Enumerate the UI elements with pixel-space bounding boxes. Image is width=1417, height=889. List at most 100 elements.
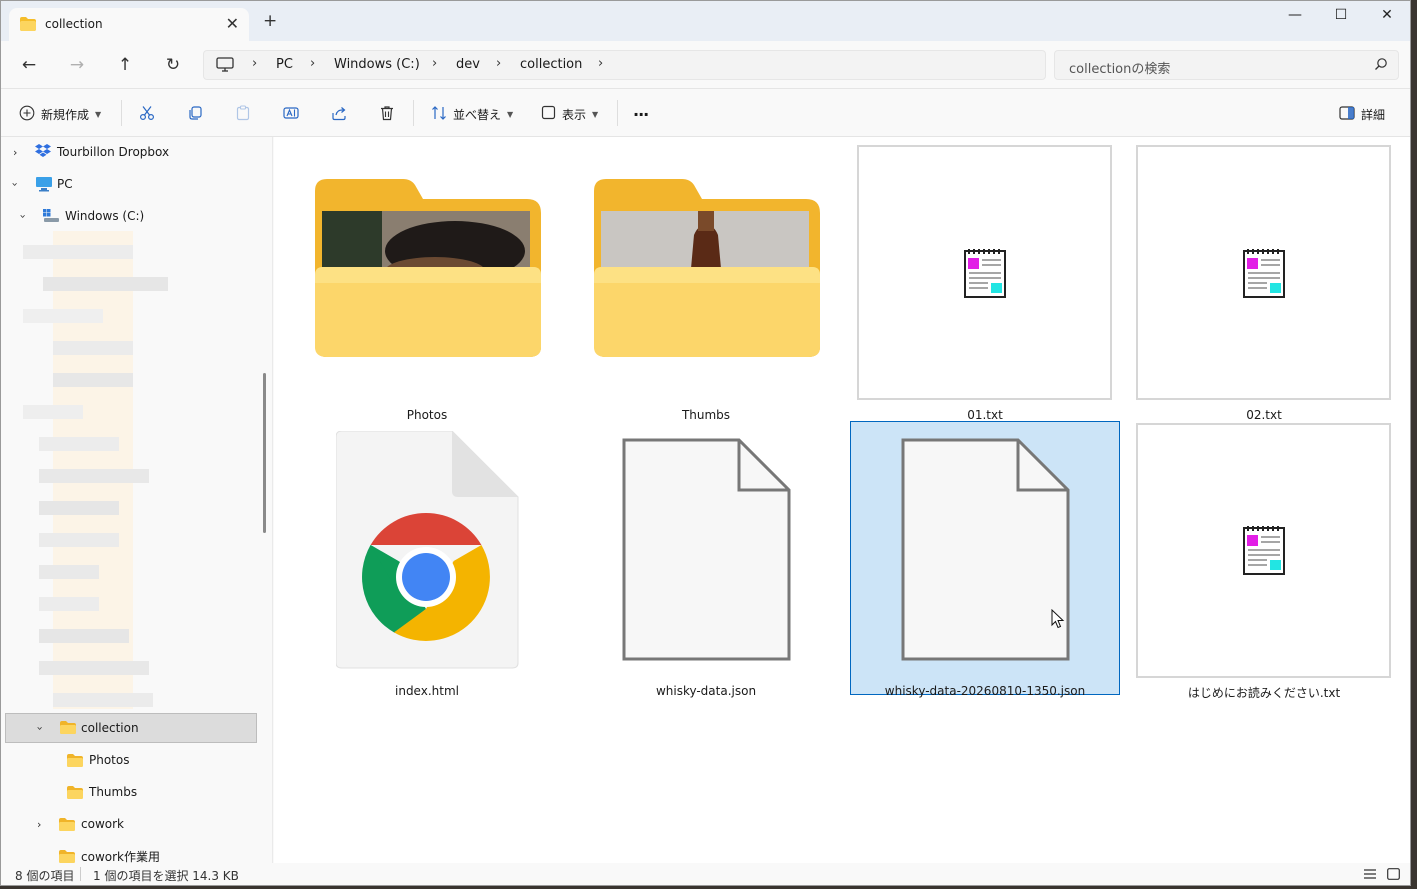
folder-icon [60,721,76,737]
view-button[interactable]: 表示 ▼ [541,104,598,124]
file-item-01-txt[interactable]: 01.txt [850,143,1120,422]
sidebar-item-label: Thumbs [89,785,138,799]
sidebar-item-pc[interactable]: › PC [1,169,257,199]
paste-button[interactable] [235,104,251,124]
sidebar-item-cowork[interactable]: › cowork [1,809,257,839]
file-thumbnail [1136,145,1391,400]
title-bar: collection ✕ + — ☐ ✕ [1,1,1410,41]
file-name: はじめにお読みください.txt [1187,686,1341,700]
search-box[interactable]: collectionの検索 [1054,50,1399,80]
sidebar-item-label: PC [57,177,73,191]
up-button[interactable]: ↑ [113,53,137,77]
minimize-button[interactable]: — [1275,7,1315,27]
chevron-right-icon[interactable]: › [37,818,41,831]
delete-button[interactable] [379,104,395,124]
chevron-down-icon[interactable]: › [34,726,47,730]
generic-file-icon [622,438,792,665]
more-options-button[interactable]: ··· [633,104,649,124]
new-tab-button[interactable]: + [263,13,277,30]
share-button[interactable] [331,104,347,124]
folder-icon [67,754,83,770]
item-count: 8 個の項目 [15,869,75,883]
file-item-whisky-data-20260810-1350-json[interactable]: whisky-data-20260810-1350.json [850,421,1120,698]
close-button[interactable]: ✕ [1367,7,1407,27]
chrome-html-icon [335,430,520,672]
details-view-icon[interactable] [1363,868,1377,883]
computer-icon [216,57,234,76]
status-divider [80,867,81,881]
file-item-thumbs[interactable]: Thumbs [571,143,841,422]
file-thumbnail [857,145,1112,400]
sidebar-item-dropbox[interactable]: › Tourbillon Dropbox [1,137,257,167]
breadcrumb-windows-c[interactable]: Windows (C:) [334,57,420,72]
sidebar-item-photos[interactable]: Photos [1,745,257,775]
forward-button[interactable]: → [65,53,89,77]
search-placeholder: collectionの検索 [1069,62,1171,77]
file-name: Thumbs [681,408,731,422]
chevron-down-icon: ▼ [507,109,514,119]
breadcrumb-collection[interactable]: collection [520,57,582,72]
folder-thumbnail-icon [315,179,541,360]
generic-file-icon [901,438,1071,665]
rename-icon [283,105,299,124]
breadcrumb-pc[interactable]: PC [276,57,293,72]
file-item-photos[interactable]: Photos [292,143,562,422]
computer-icon [35,176,53,195]
dropbox-icon [35,144,51,161]
breadcrumb-separator: › [432,56,438,71]
rename-button[interactable] [283,104,299,124]
chevron-down-icon[interactable]: › [9,182,22,186]
maximize-button[interactable]: ☐ [1321,7,1361,27]
close-tab-icon[interactable]: ✕ [226,14,239,33]
folder-icon [59,818,75,834]
chevron-right-icon[interactable]: › [13,146,17,159]
address-bar[interactable]: › PC › Windows (C:) › dev › collection › [203,50,1046,80]
toolbar-divider [121,100,122,126]
file-item-whisky-data-json[interactable]: whisky-data.json [571,421,841,698]
search-icon[interactable] [1374,57,1388,74]
file-explorer-window: collection ✕ + — ☐ ✕ ← → ↑ ↻ › PC › Wind… [0,0,1411,886]
drive-icon [43,209,59,226]
breadcrumb-dev[interactable]: dev [456,57,480,72]
folder-icon [67,786,83,802]
sidebar-item-label: Photos [89,753,130,767]
breadcrumb-separator: › [496,56,502,71]
large-icons-view-icon[interactable] [1387,868,1400,883]
navigation-bar: ← → ↑ ↻ › PC › Windows (C:) › dev › coll… [1,41,1410,89]
breadcrumb-separator: › [310,56,316,71]
share-icon [331,105,347,124]
sidebar-item-label: Tourbillon Dropbox [57,145,170,159]
selection-info: 1 個の項目を選択 14.3 KB [93,869,239,883]
sidebar-item-thumbs[interactable]: Thumbs [1,777,257,807]
folder-thumbnail-icon [594,179,820,360]
view-label: 表示 [562,107,587,122]
copy-button[interactable] [187,104,203,124]
details-pane-button[interactable]: 詳細 [1339,104,1385,124]
sidebar-item-label: cowork作業用 [81,849,160,864]
command-bar: 新規作成 ▼ 並べ替え ▼ 表示 ▼ ··· 詳細 [1,90,1410,137]
new-label: 新規作成 [41,107,90,122]
back-button[interactable]: ← [17,53,41,77]
notepad-icon [1243,248,1285,301]
sidebar-item-windows-c[interactable]: › Windows (C:) [1,201,257,231]
chevron-down-icon[interactable]: › [17,214,30,218]
details-pane-icon [1339,105,1355,123]
cut-button[interactable] [139,104,155,124]
refresh-button[interactable]: ↻ [161,53,185,77]
file-name: whisky-data-20260810-1350.json [884,684,1086,698]
sort-icon [431,105,447,124]
file-view: Photos Thumbs 01.txt 02.txt index.html w… [274,137,1410,863]
notepad-icon [1243,525,1285,578]
details-label: 詳細 [1361,107,1386,122]
tab-collection[interactable]: collection ✕ [9,8,249,41]
file-item-index-html[interactable]: index.html [292,421,562,698]
toolbar-divider [617,100,618,126]
sidebar-item-collection[interactable]: › collection [5,713,257,743]
view-icon [541,105,556,123]
file-item-02-txt[interactable]: 02.txt [1129,143,1399,422]
sort-button[interactable]: 並べ替え ▼ [431,104,513,124]
new-button[interactable]: 新規作成 ▼ [19,104,101,124]
copy-icon [187,105,203,124]
sidebar-scrollbar[interactable] [263,373,266,533]
file-item-readme-txt[interactable]: はじめにお読みください.txt [1129,421,1399,700]
